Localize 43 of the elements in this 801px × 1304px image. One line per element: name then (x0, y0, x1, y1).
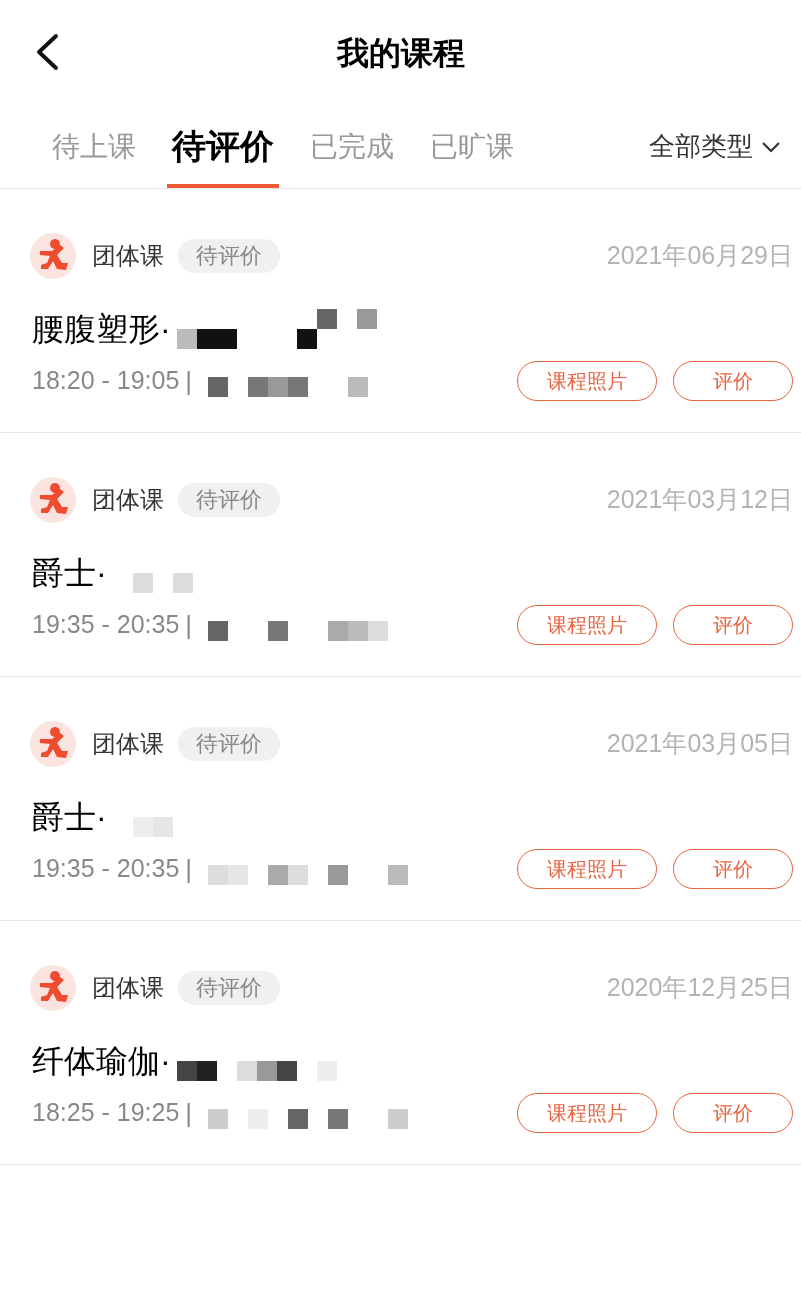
separator: | (185, 364, 193, 398)
tab[interactable]: 待评价 (172, 121, 274, 172)
status-tag: 待评价 (178, 239, 280, 273)
course-type: 团体课 (92, 729, 164, 759)
course-card[interactable]: 团体课 待评价 2020年12月25日 纤体瑜伽· 18:25 - 19:25 | 课程照片 评价 (0, 921, 801, 1165)
course-date: 2021年06月29日 (606, 240, 793, 272)
course-title: 爵士· (32, 554, 107, 593)
course-time: 18:25 - 19:25 (32, 1097, 180, 1129)
course-time: 18:20 - 19:05 (32, 365, 180, 397)
chevron-down-icon (761, 140, 781, 153)
course-time: 19:35 - 20:35 (32, 853, 180, 885)
status-tag: 待评价 (178, 727, 280, 761)
course-type: 团体课 (92, 241, 164, 271)
page-title: 我的课程 (336, 33, 465, 73)
separator: | (185, 1096, 193, 1130)
separator: | (185, 608, 193, 642)
tab[interactable]: 已旷课 (430, 125, 514, 168)
course-date: 2021年03月05日 (606, 728, 793, 760)
course-photos-button[interactable]: 课程照片 (517, 849, 657, 889)
redaction-mosaic (132, 817, 173, 837)
back-icon[interactable] (34, 33, 60, 71)
course-title: 腰腹塑形· (32, 310, 171, 349)
status-tag: 待评价 (178, 971, 280, 1005)
type-filter[interactable]: 全部类型 (649, 105, 781, 188)
course-type: 团体课 (92, 973, 164, 1003)
course-date: 2021年03月12日 (606, 484, 793, 516)
course-type: 团体课 (92, 485, 164, 515)
course-card[interactable]: 团体课 待评价 2021年03月12日 爵士· 19:35 - 20:35 | 课程照片 评价 (0, 433, 801, 677)
status-tag: 待评价 (178, 483, 280, 517)
course-title: 爵士· (32, 798, 107, 837)
separator: | (185, 852, 193, 886)
runner-logo-icon (30, 721, 76, 767)
tab[interactable]: 已完成 (310, 125, 394, 168)
course-title: 纤体瑜伽· (32, 1042, 171, 1081)
runner-logo-icon (30, 965, 76, 1011)
course-card[interactable]: 团体课 待评价 2021年03月05日 爵士· 19:35 - 20:35 | 课程照片 评价 (0, 677, 801, 921)
runner-logo-icon (30, 233, 76, 279)
course-date: 2020年12月25日 (606, 972, 793, 1004)
runner-logo-icon (30, 477, 76, 523)
course-card[interactable]: 团体课 待评价 2021年06月29日 腰腹塑形· 18:20 - 19:05 | 课程照片 评价 (0, 189, 801, 433)
redaction-mosaic (132, 573, 193, 593)
tab[interactable]: 待上课 (52, 125, 136, 168)
course-time: 19:35 - 20:35 (32, 609, 180, 641)
